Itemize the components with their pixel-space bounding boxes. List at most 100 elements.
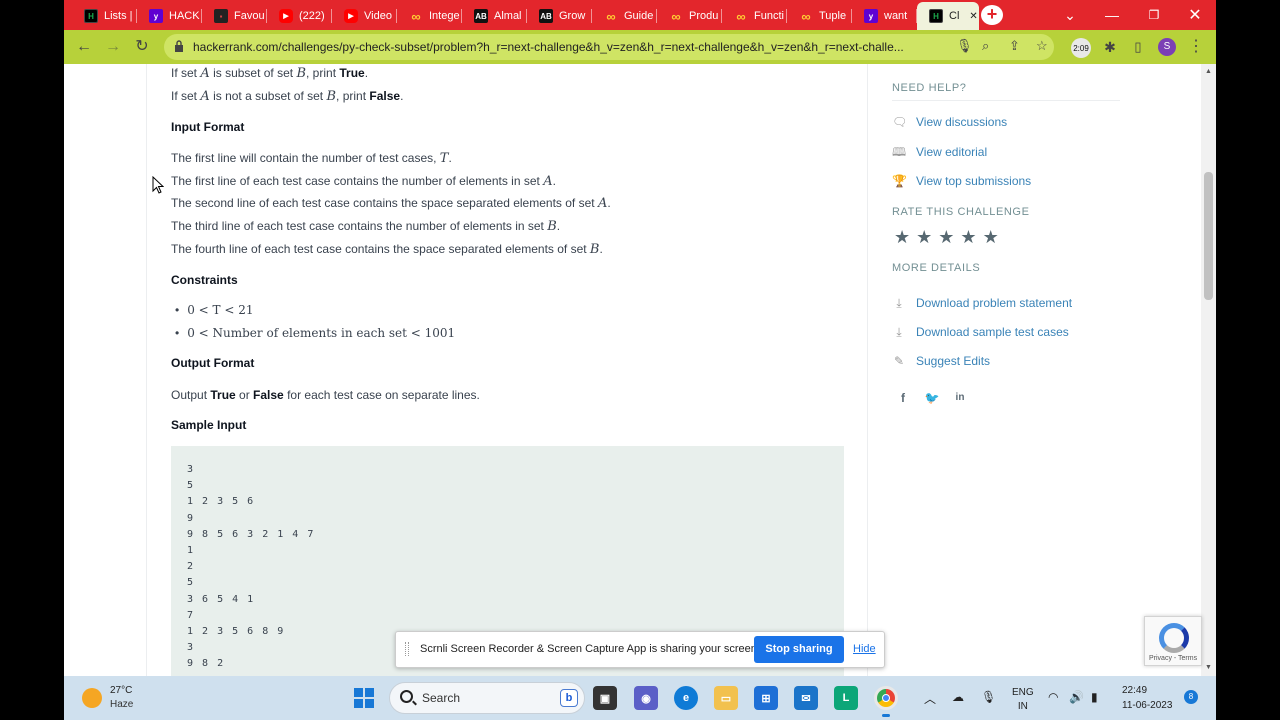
tab-bar: H Lists | y HACK ▪ Favou ▶ (222) ▶ Video ∞ Intege AB… (64, 0, 1216, 30)
browser-tab[interactable]: H Lists | (72, 4, 137, 28)
windows-taskbar: 27°C Haze Search b ▣ ◉ e ▭ ⊞ ✉ L ︿ ☁ 🎙 E… (64, 676, 1216, 720)
edge-icon[interactable]: e (674, 686, 698, 710)
yahoo-icon: y (864, 9, 878, 23)
browser-tab[interactable]: ▶ (222) (267, 4, 332, 28)
file-explorer-icon[interactable]: ▭ (714, 686, 738, 710)
notification-badge[interactable]: 8 (1184, 690, 1198, 704)
input-line: The fourth line of each test case contai… (171, 242, 603, 257)
teams-chat-icon[interactable]: ◉ (634, 686, 658, 710)
youtube-icon: ▶ (279, 9, 293, 23)
microsoft-store-icon[interactable]: ⊞ (754, 686, 778, 710)
zoom-icon[interactable]: ⌕ (982, 38, 989, 54)
forward-arrow-icon[interactable]: → (103, 37, 123, 57)
task-view-icon[interactable]: ▣ (593, 686, 617, 710)
bing-icon[interactable]: b (560, 689, 578, 707)
browser-tab[interactable]: ▪ Favou (202, 4, 267, 28)
book-icon: 🕮 (892, 145, 907, 159)
mail-icon[interactable]: ✉ (794, 686, 818, 710)
close-tab-icon[interactable]: ✕ (969, 11, 977, 22)
microphone-icon[interactable]: 🎙 (981, 690, 996, 704)
browser-tab[interactable]: AB Grow (527, 4, 592, 28)
browser-tab[interactable]: ∞ Produ (657, 4, 722, 28)
facebook-icon[interactable]: f (895, 390, 911, 406)
browser-tab[interactable]: AB Almal (462, 4, 527, 28)
browser-tab[interactable]: ∞ Guide (592, 4, 657, 28)
browser-tab[interactable]: ▶ Video (332, 4, 397, 28)
extensions-puzzle-icon[interactable]: ✱ (1100, 37, 1120, 57)
constraint-item: 0 < Number of elements in each set < 100… (175, 326, 455, 340)
page-content: If set A is subset of set B, print True.… (64, 64, 1216, 676)
restore-button[interactable]: ❐ (1133, 0, 1175, 30)
view-discussions-link[interactable]: View discussions (916, 115, 1007, 129)
browser-tab[interactable]: y want (852, 4, 917, 28)
download-sample-test-cases-link[interactable]: Download sample test cases (916, 325, 1069, 339)
tab-search-icon[interactable]: ⌄ (1049, 0, 1091, 30)
twitter-icon[interactable]: 🐦 (924, 390, 940, 406)
chevron-up-icon[interactable]: ︿ (924, 690, 936, 707)
browser-tab[interactable]: ∞ Intege (397, 4, 462, 28)
scroll-down-icon[interactable]: ▼ (1204, 664, 1213, 671)
linkedin-icon[interactable]: in (952, 390, 968, 406)
address-bar[interactable]: hackerrank.com/challenges/py-check-subse… (164, 34, 1054, 60)
infinity-icon: ∞ (801, 8, 811, 24)
tab-label: Tuple (819, 10, 847, 22)
recaptcha-badge[interactable]: Privacy - Terms (1144, 616, 1202, 666)
browser-tab[interactable]: ∞ Tuple (787, 4, 852, 28)
cloud-icon[interactable]: ☁ (952, 690, 964, 704)
share-icon[interactable]: ⇪ (1009, 38, 1020, 54)
browser-tab[interactable]: y HACK (137, 4, 202, 28)
battery-icon[interactable]: ▮ (1091, 690, 1098, 704)
chrome-icon[interactable] (874, 686, 898, 717)
dark-page-icon: ▪ (214, 9, 228, 23)
input-line: The first line of each test case contain… (171, 174, 556, 189)
wifi-icon[interactable]: ◠ (1048, 690, 1058, 704)
extension-timer-icon[interactable]: 2:09 (1071, 38, 1091, 58)
star-icon[interactable]: ★ (916, 228, 932, 246)
volume-icon[interactable]: 🔊 (1069, 690, 1084, 704)
sidebar-divider (892, 100, 1120, 101)
weather-sun-icon[interactable] (82, 688, 102, 708)
infinity-icon: ∞ (606, 8, 616, 24)
stop-sharing-button[interactable]: Stop sharing (754, 636, 844, 663)
scroll-thumb[interactable] (1204, 172, 1213, 300)
more-menu-icon[interactable]: ⋮ (1186, 37, 1206, 57)
star-icon[interactable]: ★ (894, 228, 910, 246)
tab-label: want (884, 10, 908, 22)
clock-time[interactable]: 22:49 (1122, 685, 1147, 696)
browser-tab[interactable]: ∞ Functi (722, 4, 787, 28)
page-scrollbar[interactable]: ▲ ▼ (1201, 64, 1216, 676)
view-top-submissions-link[interactable]: View top submissions (916, 174, 1031, 188)
profile-avatar[interactable]: S (1158, 38, 1176, 56)
microphone-icon[interactable]: 🎙 (956, 38, 973, 54)
yahoo-icon: y (149, 9, 163, 23)
weather-temperature[interactable]: 27°C (110, 685, 132, 696)
taskbar-search[interactable]: Search b (389, 682, 585, 714)
new-tab-button[interactable]: + (981, 5, 1003, 25)
view-editorial-link[interactable]: View editorial (916, 145, 987, 159)
infinity-icon: ∞ (671, 8, 681, 24)
minimize-button[interactable]: — (1091, 0, 1133, 30)
side-panel-icon[interactable]: ▯ (1128, 37, 1148, 57)
bookmark-star-icon[interactable]: ☆ (1036, 38, 1048, 54)
clock-date[interactable]: 11-06-2023 (1122, 700, 1172, 711)
reload-icon[interactable]: ↻ (132, 37, 152, 57)
l-app-icon[interactable]: L (834, 686, 858, 710)
browser-tab[interactable]: H Cl ✕ (917, 2, 979, 30)
back-arrow-icon[interactable]: ← (74, 37, 94, 57)
star-icon[interactable]: ★ (983, 228, 999, 246)
suggest-edits-link[interactable]: Suggest Edits (916, 354, 990, 368)
star-icon[interactable]: ★ (960, 228, 976, 246)
scroll-up-icon[interactable]: ▲ (1204, 68, 1213, 75)
language-indicator[interactable]: ENG IN (1012, 686, 1034, 714)
download-problem-statement-link[interactable]: Download problem statement (916, 296, 1072, 310)
drag-handle-icon[interactable] (405, 642, 409, 656)
windows-start-icon[interactable] (354, 688, 374, 708)
tab-label: Almal (494, 10, 522, 22)
hide-sharing-bar-link[interactable]: Hide (853, 643, 876, 655)
weather-condition[interactable]: Haze (110, 699, 133, 710)
search-placeholder: Search (422, 691, 461, 705)
close-window-button[interactable]: ✕ (1174, 0, 1216, 30)
pencil-icon: ✎ (893, 354, 905, 368)
star-icon[interactable]: ★ (938, 228, 954, 246)
constraints-heading: Constraints (171, 273, 238, 287)
